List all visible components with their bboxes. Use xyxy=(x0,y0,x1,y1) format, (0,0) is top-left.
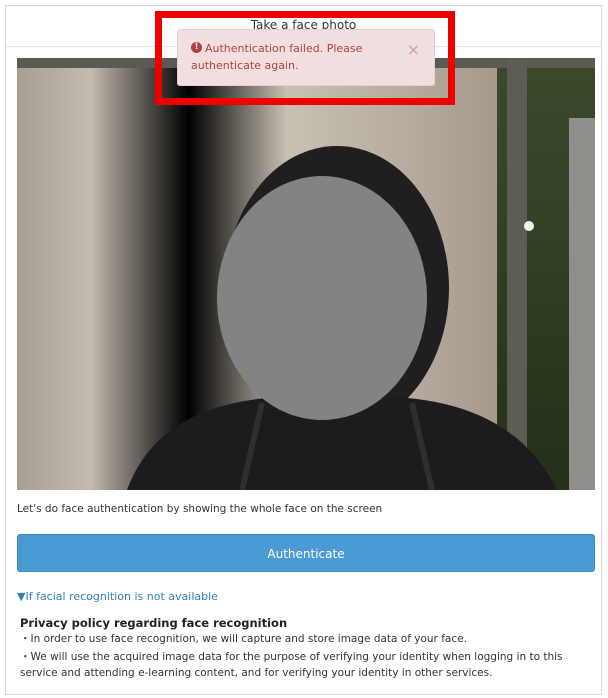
camera-preview xyxy=(17,58,595,490)
error-alert: ! Authentication failed. Please authenti… xyxy=(177,29,435,86)
privacy-item: ・In order to use face recognition, we wi… xyxy=(20,633,467,645)
authenticate-button[interactable]: Authenticate xyxy=(17,534,595,572)
camera-feed-image xyxy=(17,58,595,490)
close-icon[interactable]: × xyxy=(407,42,420,58)
alert-message: Authentication failed. Please authentica… xyxy=(191,42,363,72)
privacy-policy-title: Privacy policy regarding face recognitio… xyxy=(20,616,288,630)
privacy-item: ・We will use the acquired image data for… xyxy=(20,651,563,679)
instruction-text: Let's do face authentication by showing … xyxy=(17,503,383,515)
alternative-auth-link[interactable]: ▼If facial recognition is not available xyxy=(17,590,218,603)
